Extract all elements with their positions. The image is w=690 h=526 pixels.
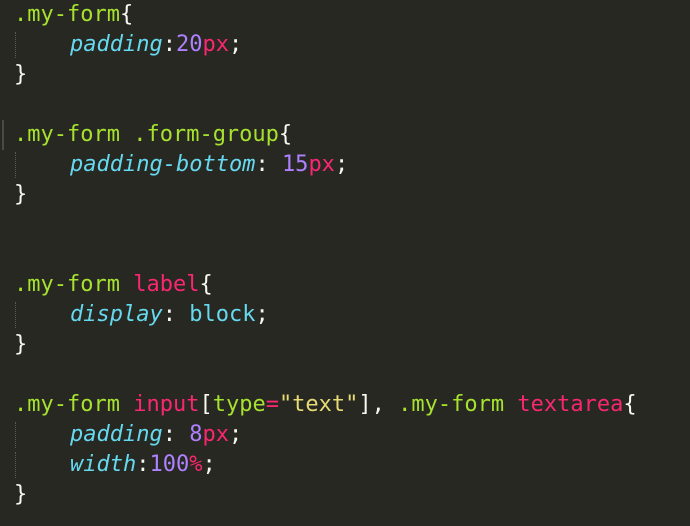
code-token: = <box>265 392 279 417</box>
code-line[interactable]: width:100%; <box>14 450 637 480</box>
code-token: ; <box>255 302 269 327</box>
code-token: px <box>202 422 229 447</box>
code-line[interactable]: } <box>14 480 637 510</box>
code-token: % <box>189 452 203 477</box>
code-token: : <box>162 422 190 447</box>
code-token: "text" <box>278 392 359 417</box>
code-line[interactable]: } <box>14 60 637 90</box>
code-line[interactable]: .my-form .form-group{ <box>14 120 637 150</box>
code-token: 15 <box>281 152 309 177</box>
code-token: .my-form <box>398 392 505 417</box>
code-line[interactable]: display: block; <box>14 300 637 330</box>
code-token: } <box>14 332 28 357</box>
code-line[interactable]: } <box>14 330 637 360</box>
code-token: [ <box>199 392 213 417</box>
code-token: .my-form <box>14 392 120 417</box>
code-token: label <box>133 272 200 297</box>
code-token: type <box>212 392 266 417</box>
code-token: block <box>189 302 256 327</box>
code-token: { <box>623 392 637 417</box>
code-token: : <box>255 152 282 177</box>
code-line[interactable]: } <box>14 180 637 210</box>
code-token: padding <box>70 32 163 57</box>
code-token: px <box>202 32 229 57</box>
code-token: { <box>278 122 293 147</box>
indent-guide <box>15 32 16 58</box>
code-token: 20 <box>175 32 203 57</box>
indent-guide <box>15 302 16 328</box>
code-token: .my-form <box>14 272 120 297</box>
code-token: textarea <box>517 392 624 417</box>
code-editor[interactable]: .my-form{padding:20px;} .my-form .form-gr… <box>0 0 690 526</box>
code-token: 100 <box>149 452 190 477</box>
code-line[interactable]: .my-form{ <box>14 0 637 30</box>
code-token: px <box>308 152 335 177</box>
code-line[interactable]: padding:20px; <box>14 30 637 60</box>
code-token: .my-form <box>14 2 120 27</box>
code-line[interactable]: .my-form input[type="text"], .my-form te… <box>14 390 637 420</box>
code-token: : <box>162 32 176 57</box>
code-token: { <box>119 2 134 27</box>
code-token: width <box>70 452 137 477</box>
gutter-line-marker <box>2 120 4 150</box>
code-token: padding <box>70 422 163 447</box>
code-token: ; <box>228 32 243 57</box>
code-line[interactable] <box>14 360 637 390</box>
code-token: ], <box>358 392 399 417</box>
code-token: ; <box>334 152 349 177</box>
indent-guide <box>15 422 16 448</box>
code-token: ; <box>228 422 243 447</box>
code-line[interactable]: padding-bottom: 15px; <box>14 150 637 180</box>
code-line[interactable]: .my-form label{ <box>14 270 637 300</box>
code-area[interactable]: .my-form{padding:20px;} .my-form .form-gr… <box>14 0 637 510</box>
code-token: } <box>14 62 28 87</box>
code-token: : <box>136 452 150 477</box>
code-line[interactable] <box>14 210 637 240</box>
code-token: 8 <box>189 422 203 447</box>
code-line[interactable]: padding: 8px; <box>14 420 637 450</box>
indent-guide <box>15 152 16 178</box>
code-line[interactable] <box>14 240 637 270</box>
code-token: ; <box>202 452 216 477</box>
code-token: display <box>70 302 163 327</box>
code-token: input <box>133 392 200 417</box>
code-token: padding-bottom <box>70 152 256 177</box>
code-token: } <box>14 182 28 207</box>
code-token: .form-group <box>133 122 279 147</box>
code-line[interactable] <box>14 90 637 120</box>
code-token: .my-form <box>14 122 120 147</box>
code-token: : <box>162 302 190 327</box>
code-token: { <box>199 272 213 297</box>
code-token: } <box>14 482 28 507</box>
indent-guide <box>15 452 16 478</box>
